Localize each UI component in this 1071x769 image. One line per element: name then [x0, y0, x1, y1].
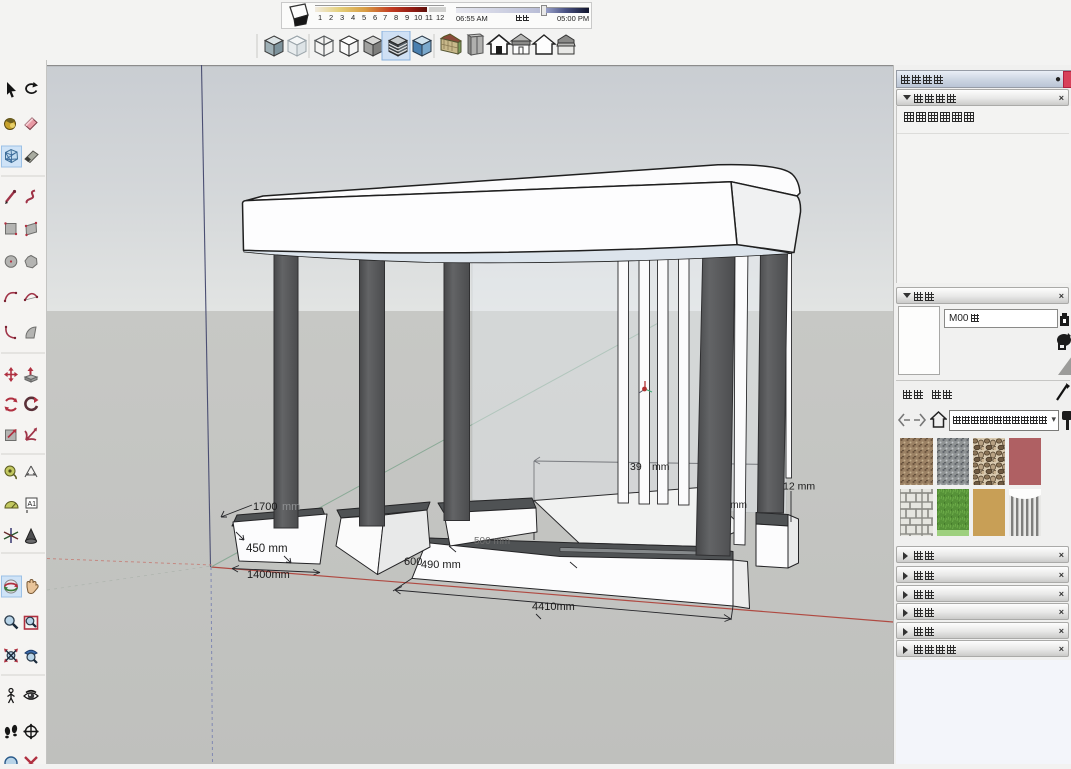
- svg-text:1400mm: 1400mm: [247, 569, 290, 581]
- svg-text:mm: mm: [282, 501, 300, 513]
- svg-text:39: 39: [630, 461, 642, 473]
- svg-text:450 mm: 450 mm: [246, 543, 288, 555]
- svg-text:600: 600: [404, 556, 422, 568]
- svg-text:4410mm: 4410mm: [532, 601, 575, 613]
- svg-text:490 mm: 490 mm: [421, 559, 461, 571]
- svg-text:12 mm: 12 mm: [783, 481, 815, 493]
- svg-text:mm: mm: [652, 461, 670, 473]
- svg-text:500 mm: 500 mm: [474, 536, 510, 547]
- svg-text:A1: A1: [28, 501, 37, 508]
- svg-text:1700: 1700: [253, 501, 277, 513]
